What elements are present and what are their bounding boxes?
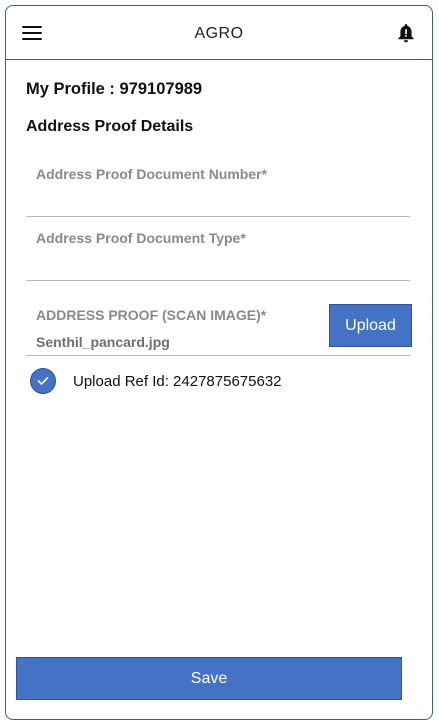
check-circle-icon — [30, 368, 56, 394]
save-button[interactable]: Save — [16, 657, 402, 700]
document-number-label: Address Proof Document Number* — [36, 166, 268, 182]
upload-ref-text: Upload Ref Id: 2427875675632 — [73, 372, 282, 390]
document-number-input[interactable] — [36, 188, 400, 210]
upload-button[interactable]: Upload — [329, 304, 412, 347]
document-type-label: Address Proof Document Type* — [36, 230, 246, 246]
app-title: AGRO — [194, 25, 244, 42]
upload-label: ADDRESS PROOF (SCAN IMAGE)* — [36, 307, 267, 323]
profile-title: My Profile : 979107989 — [26, 80, 203, 98]
top-bar: AGRO — [6, 6, 432, 60]
section-title: Address Proof Details — [26, 118, 194, 135]
document-type-field[interactable]: Address Proof Document Type* — [26, 222, 410, 281]
app-frame: AGRO My Profile : 979107989 Address Proo… — [5, 5, 433, 720]
file-name: Senthil_pancard.jpg — [36, 334, 170, 350]
document-type-input[interactable] — [36, 252, 400, 274]
upload-ref-row: Upload Ref Id: 2427875675632 — [30, 367, 282, 395]
document-number-field[interactable]: Address Proof Document Number* — [26, 158, 410, 217]
bell-icon[interactable] — [397, 23, 415, 43]
address-proof-upload-field: ADDRESS PROOF (SCAN IMAGE)* Senthil_panc… — [26, 304, 412, 356]
